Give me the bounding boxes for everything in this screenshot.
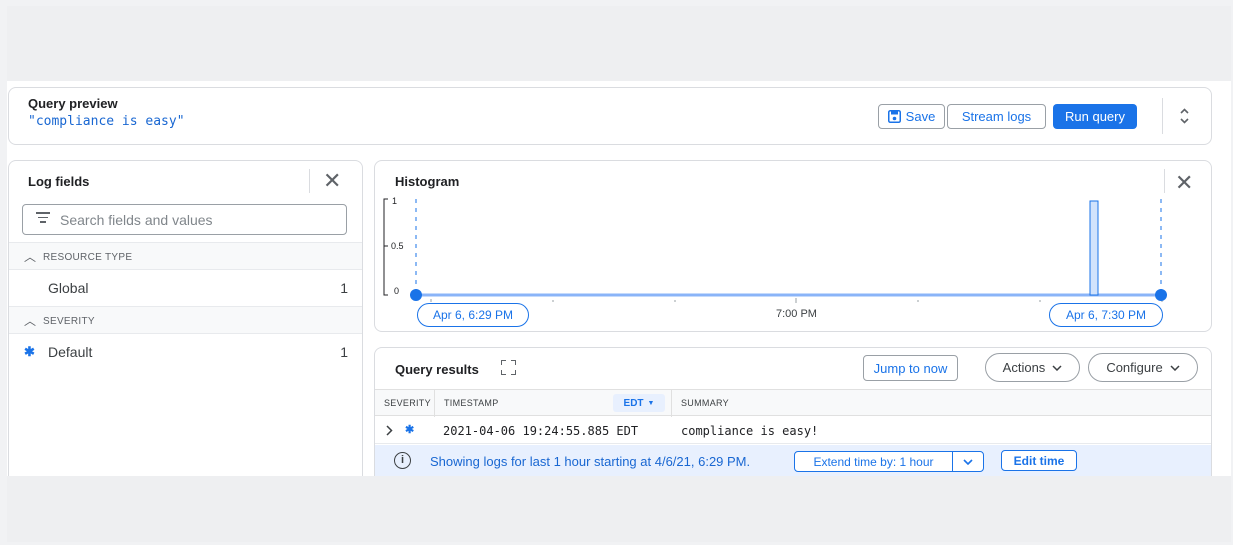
field-value-global[interactable]: Global: [48, 280, 88, 296]
y-tick-label: 0.5: [391, 241, 404, 251]
caret-down-icon: ▼: [647, 399, 655, 407]
extend-time-label: Extend time by: 1 hour: [795, 452, 953, 471]
row-summary: compliance is easy!: [681, 424, 819, 438]
y-tick-label: 1: [392, 196, 397, 206]
section-header-severity[interactable]: ︿ SEVERITY: [9, 306, 362, 334]
expand-collapse-icon[interactable]: [1179, 107, 1190, 125]
range-end-handle[interactable]: [1155, 289, 1167, 301]
stream-logs-label: Stream logs: [961, 109, 1032, 124]
row-timestamp: 2021-04-06 19:24:55.885 EDT: [443, 424, 639, 438]
edit-time-button[interactable]: Edit time: [1001, 450, 1077, 471]
info-text: Showing logs for last 1 hour starting at…: [430, 454, 751, 469]
bottom-band: [7, 476, 1231, 542]
info-icon: i: [394, 452, 411, 469]
stream-logs-button[interactable]: Stream logs: [947, 104, 1046, 129]
configure-label: Configure: [1106, 360, 1163, 375]
query-preview-title: Query preview: [28, 96, 118, 111]
section-header-label: RESOURCE TYPE: [43, 252, 133, 263]
range-end-pill[interactable]: Apr 6, 7:30 PM: [1049, 303, 1163, 327]
x-axis-ticks: [430, 298, 1163, 303]
column-divider: [671, 390, 672, 417]
search-input[interactable]: Search fields and values: [22, 204, 347, 235]
range-start-pill[interactable]: Apr 6, 6:29 PM: [417, 303, 529, 327]
range-start-handle[interactable]: [410, 289, 422, 301]
chevron-up-icon: ︿: [24, 250, 37, 264]
info-banner: i Showing logs for last 1 hour starting …: [375, 445, 1211, 476]
query-results-title: Query results: [395, 362, 479, 377]
column-header-severity: SEVERITY: [384, 398, 431, 408]
results-table-header: SEVERITY TIMESTAMP EDT ▼ SUMMARY: [375, 389, 1211, 417]
severity-default-icon: ✱: [405, 424, 415, 436]
histogram-panel: Histogram ✕ 1 0.5 0 Apr 6, 6:29 PM 7:00 …: [374, 160, 1212, 332]
log-fields-panel: Log fields ✕ Search fields and values ︿ …: [8, 160, 363, 476]
severity-default-icon: ✱: [24, 344, 35, 359]
column-header-timestamp: TIMESTAMP: [444, 398, 499, 408]
top-band: [7, 6, 1231, 81]
divider: [309, 169, 310, 193]
run-query-label: Run query: [1065, 109, 1125, 124]
extend-time-button[interactable]: Extend time by: 1 hour: [794, 451, 984, 472]
query-preview-panel: Query preview "compliance is easy" Save …: [8, 87, 1212, 145]
search-placeholder: Search fields and values: [60, 212, 213, 228]
actions-label: Actions: [1002, 360, 1046, 375]
field-count: 1: [340, 344, 348, 360]
chevron-up-icon: ︿: [24, 314, 37, 328]
filter-icon: [36, 212, 50, 226]
save-button-label: Save: [905, 109, 936, 124]
configure-button[interactable]: Configure: [1088, 353, 1198, 382]
chevron-down-icon: [1170, 364, 1180, 371]
y-tick-label: 0: [394, 286, 399, 296]
column-header-summary: SUMMARY: [681, 398, 729, 408]
column-divider: [434, 390, 435, 417]
section-header-label: SEVERITY: [43, 316, 95, 327]
y-axis-line: [383, 198, 388, 296]
y-axis: [383, 198, 388, 296]
close-icon[interactable]: ✕: [323, 170, 341, 192]
run-query-button[interactable]: Run query: [1053, 104, 1137, 129]
timezone-label: EDT: [623, 397, 644, 409]
jump-to-now-button[interactable]: Jump to now: [863, 355, 958, 381]
x-tick-label-mid: 7:00 PM: [776, 308, 817, 320]
chevron-down-icon: [1052, 364, 1062, 371]
field-value-default[interactable]: Default: [48, 344, 92, 360]
fullscreen-icon[interactable]: [501, 360, 516, 375]
jump-to-now-label: Jump to now: [873, 360, 948, 376]
actions-button[interactable]: Actions: [985, 353, 1080, 382]
field-count: 1: [340, 280, 348, 296]
save-button[interactable]: Save: [878, 104, 945, 129]
timezone-selector[interactable]: EDT ▼: [613, 394, 665, 412]
query-results-panel: Query results Jump to now Actions Config…: [374, 347, 1212, 476]
save-icon: [887, 110, 901, 123]
section-header-resource-type[interactable]: ︿ RESOURCE TYPE: [9, 242, 362, 270]
chevron-down-icon[interactable]: [953, 452, 983, 471]
query-preview-text[interactable]: "compliance is easy": [28, 114, 185, 129]
log-fields-title: Log fields: [28, 174, 90, 189]
histogram-bar: [1089, 200, 1099, 296]
chevron-right-icon[interactable]: [386, 425, 393, 436]
table-row[interactable]: ✱ 2021-04-06 19:24:55.885 EDT compliance…: [375, 416, 1211, 444]
divider: [1162, 98, 1163, 134]
